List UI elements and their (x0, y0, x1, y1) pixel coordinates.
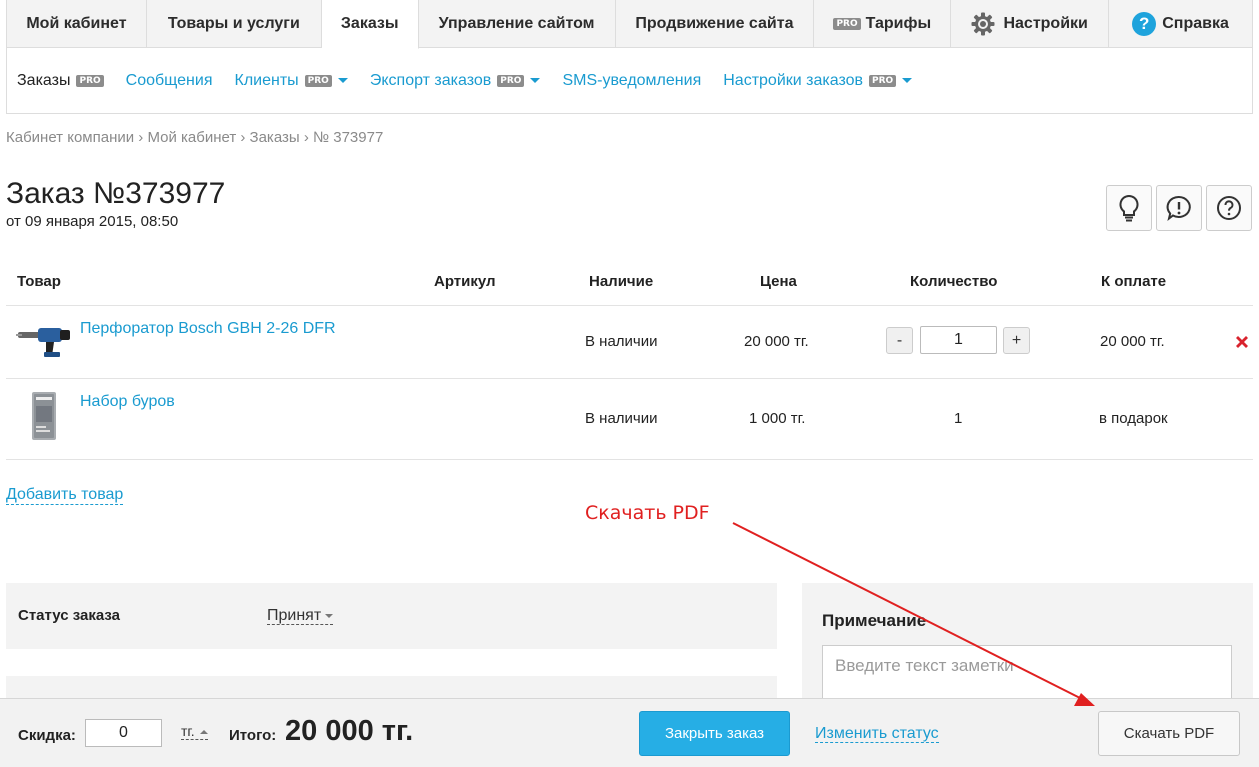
product-link[interactable]: Набор буров (80, 393, 175, 411)
quantity-decrease-button[interactable]: - (886, 327, 913, 354)
pro-badge: PRO (304, 74, 332, 87)
price: 20 000 тг. (744, 333, 809, 350)
tab-settings[interactable]: Настройки (951, 0, 1110, 47)
footer-bar: Скидка: 0 тг. Итого: 20 000 тг. Закрыть … (0, 698, 1259, 767)
table-row: Перфоратор Bosch GBH 2-26 DFR В наличии … (6, 306, 1253, 379)
price: 1 000 тг. (749, 410, 806, 427)
tips-button[interactable] (1106, 185, 1152, 231)
to-pay: 20 000 тг. (1100, 333, 1165, 350)
table-row: Набор буров В наличии 1 000 тг. 1 в пода… (6, 379, 1253, 460)
chevron-down-icon (325, 613, 334, 618)
column-header-to-pay: К оплате (1101, 273, 1167, 290)
subnav-item-clients[interactable]: Клиенты PRO (235, 72, 348, 90)
breadcrumb: Кабинет компании › Мой кабинет › Заказы … (6, 129, 384, 146)
note-title: Примечание (822, 611, 927, 630)
tab-tariffs[interactable]: PRO Тарифы (814, 0, 952, 47)
subnav-item-export-orders[interactable]: Экспорт заказов PRO (370, 72, 541, 90)
page-title: Заказ №373977 (6, 177, 226, 210)
report-button[interactable] (1156, 185, 1202, 231)
availability: В наличии (585, 333, 658, 350)
order-date: от 09 января 2015, 08:50 (6, 213, 179, 230)
availability: В наличии (585, 410, 658, 427)
column-header-price: Цена (760, 273, 797, 290)
status-label: Статус заказа (18, 607, 120, 624)
chevron-down-icon (902, 78, 913, 83)
products-table-header: Товар Артикул Наличие Цена Количество К … (6, 262, 1253, 306)
gear-icon (971, 12, 995, 35)
lightbulb-icon (1119, 194, 1139, 222)
chevron-down-icon (530, 78, 541, 83)
top-navigation: Мой кабинет Товары и услуги Заказы Управ… (6, 0, 1253, 49)
discount-label: Скидка: (18, 727, 76, 744)
pro-badge: PRO (76, 74, 104, 87)
subnav-item-order-settings[interactable]: Настройки заказов PRO (723, 72, 913, 90)
subnav-item-orders[interactable]: Заказы PRO (17, 72, 104, 90)
drill-bits-thumbnail (32, 392, 56, 440)
column-header-availability: Наличие (589, 273, 654, 290)
add-product-link[interactable]: Добавить товар (6, 486, 124, 505)
help-button[interactable] (1206, 185, 1252, 231)
column-header-product: Товар (17, 273, 61, 290)
drill-thumbnail (16, 328, 70, 357)
chevron-down-icon (337, 78, 348, 83)
pro-badge: PRO (833, 17, 861, 30)
tab-site-promotion[interactable]: Продвижение сайта (615, 0, 815, 47)
column-header-sku: Артикул (434, 273, 496, 290)
subnav-item-messages[interactable]: Сообщения (126, 72, 213, 90)
close-order-button[interactable]: Закрыть заказ (639, 711, 790, 756)
order-status-panel: Статус заказа Принят (6, 583, 777, 649)
quantity: 1 (954, 410, 963, 427)
to-pay: в подарок (1099, 410, 1168, 427)
annotation-label: Скачать PDF (585, 502, 710, 524)
tab-help[interactable]: ? Справка (1109, 0, 1253, 47)
question-icon (1217, 196, 1241, 220)
total-label: Итого: (229, 727, 277, 744)
currency-selector[interactable]: тг. (181, 724, 208, 740)
note-panel: Примечание Введите текст заметки (802, 583, 1253, 713)
status-dropdown[interactable]: Принят (267, 607, 334, 625)
quantity-input[interactable]: 1 (920, 326, 997, 354)
change-status-link[interactable]: Изменить статус (815, 725, 939, 743)
help-icon: ? (1132, 11, 1157, 36)
pro-badge: PRO (869, 74, 897, 87)
column-header-quantity: Количество (910, 273, 998, 290)
quantity-increase-button[interactable]: + (1003, 327, 1030, 354)
delete-icon[interactable] (1234, 334, 1250, 350)
download-pdf-button[interactable]: Скачать PDF (1098, 711, 1240, 756)
product-link[interactable]: Перфоратор Bosch GBH 2-26 DFR (80, 320, 336, 338)
total-value: 20 000 тг. (285, 715, 414, 747)
subnav-item-sms[interactable]: SMS-уведомления (562, 72, 701, 90)
tab-products-services[interactable]: Товары и услуги (146, 0, 322, 47)
tab-orders[interactable]: Заказы (321, 0, 419, 49)
exclamation-icon (1166, 195, 1191, 221)
sub-navigation: Заказы PRO Сообщения Клиенты PRO Экспорт… (6, 48, 1253, 114)
pro-badge: PRO (497, 74, 525, 87)
tab-my-cabinet[interactable]: Мой кабинет (7, 0, 147, 47)
chevron-up-icon (199, 730, 208, 735)
tab-site-management[interactable]: Управление сайтом (418, 0, 616, 47)
discount-input[interactable]: 0 (85, 719, 162, 747)
